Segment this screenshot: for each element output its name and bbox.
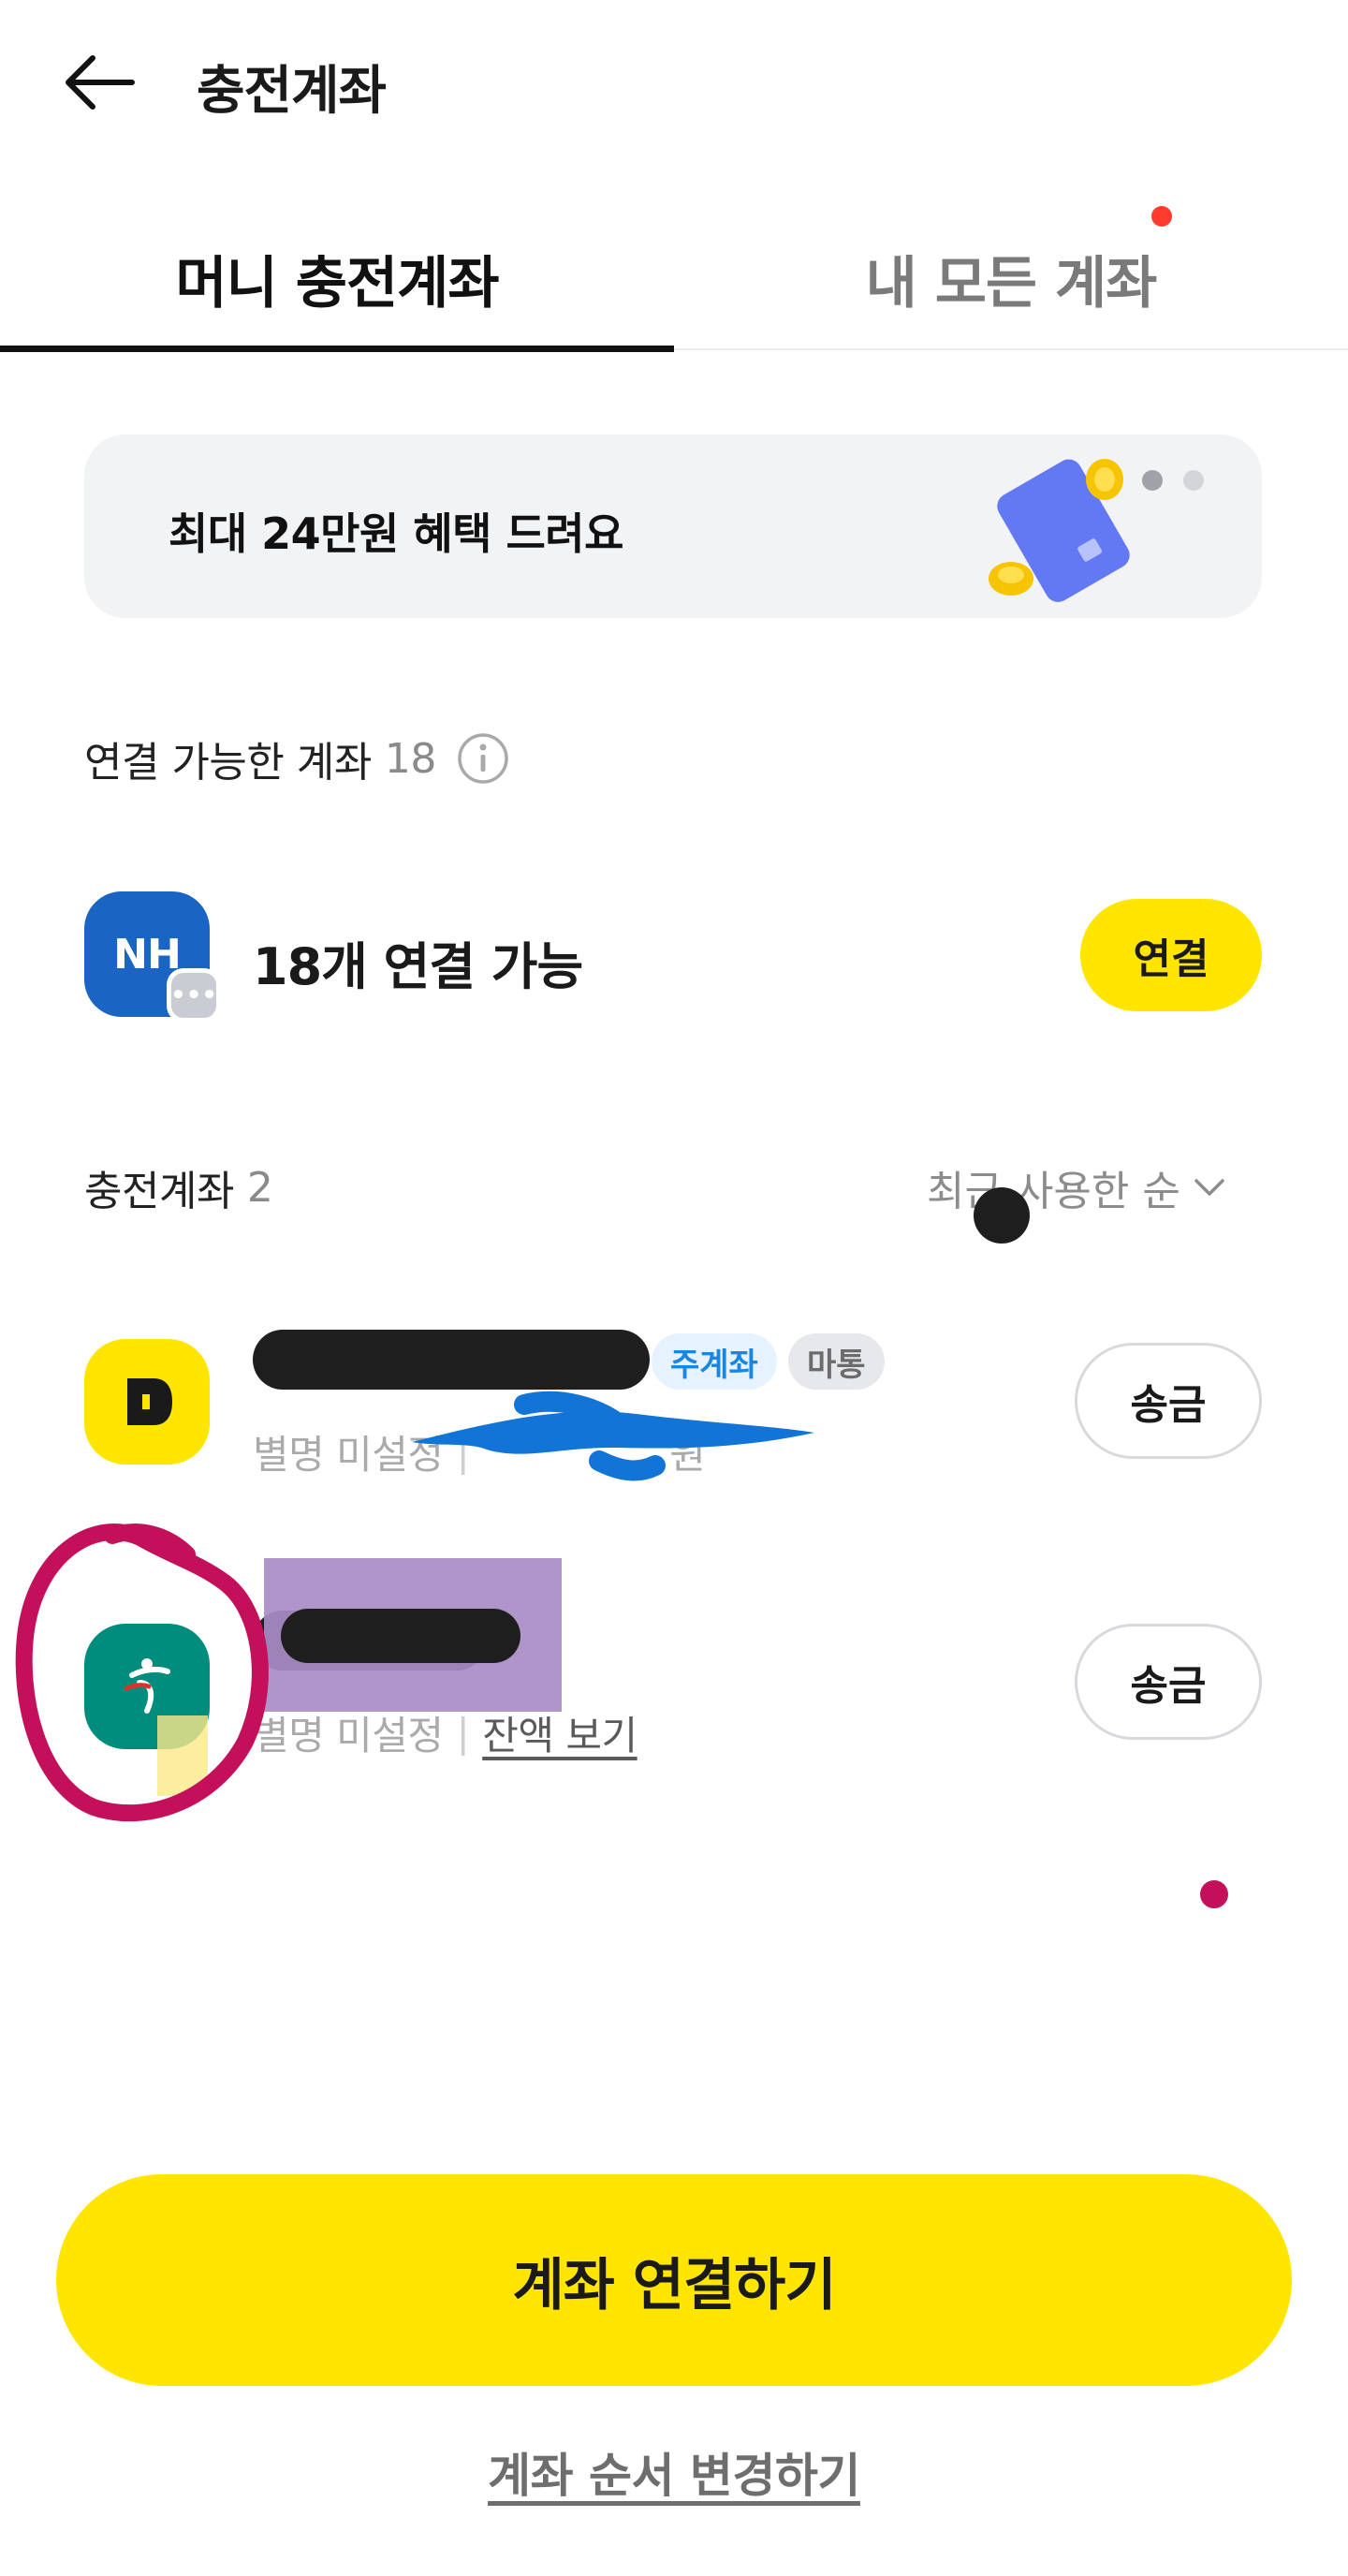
charge-accounts-heading: 충전계좌 2 (84, 1157, 273, 1217)
reorder-accounts-link-row: 계좌 순서 변경하기 (0, 2438, 1348, 2506)
kakaobank-b-icon (84, 1339, 210, 1465)
new-badge-dot (1151, 206, 1172, 227)
back-button[interactable] (56, 45, 140, 120)
sort-label: 최근 사용한 순 (927, 1168, 1180, 1215)
account-subtitle: 별명 미설정 | 원 (253, 1423, 706, 1480)
tab-label: 머니 충전계좌 (175, 250, 499, 316)
chevron-down-icon (1194, 1179, 1224, 1196)
balance-unit: 원 (669, 1432, 706, 1478)
pagination-dot (1183, 470, 1204, 491)
tab-money-charge-accounts[interactable]: 머니 충전계좌 (0, 206, 674, 352)
section-count: 2 (246, 1163, 273, 1212)
connectable-accounts-heading: 연결 가능한 계좌 18 (84, 729, 509, 788)
view-balance-link[interactable]: 잔액 보기 (482, 1704, 637, 1761)
active-tab-indicator (0, 346, 674, 352)
connect-button[interactable]: 연결 (1080, 899, 1262, 1011)
top-app-bar: 충전계좌 (0, 0, 1348, 169)
connect-account-button[interactable]: 계좌 연결하기 (56, 2174, 1292, 2386)
connectable-bank-row: NH ••• 18개 연결 가능 연결 (84, 890, 1262, 1023)
main-account-tag: 주계좌 (652, 1333, 777, 1390)
account-nickname: 별명 미설정 (253, 1713, 444, 1759)
divider: | (456, 1429, 470, 1475)
promo-banner[interactable]: 최대 24만원 혜택 드려요 (84, 434, 1262, 618)
charge-account-item[interactable]: 별명 미설정 | 잔액 보기 송금 (84, 1611, 1262, 1759)
banner-pagination (1142, 470, 1204, 491)
send-money-button[interactable]: 송금 (1075, 1343, 1262, 1459)
overdraft-tag: 마통 (788, 1333, 885, 1390)
pagination-dot-active (1142, 470, 1163, 491)
account-subtitle: 별명 미설정 | 잔액 보기 (253, 1704, 637, 1761)
page-title: 충전계좌 (197, 61, 387, 122)
charge-account-item[interactable]: 주계좌 마통 별명 미설정 | 원 송금 (84, 1330, 1262, 1478)
account-nickname: 별명 미설정 (253, 1432, 444, 1478)
magenta-dot-mark (1200, 1880, 1228, 1908)
tab-label: 내 모든 계좌 (865, 250, 1158, 316)
section-count: 18 (384, 734, 437, 783)
send-money-button[interactable]: 송금 (1075, 1624, 1262, 1740)
promo-banner-text: 최대 24만원 혜택 드려요 (168, 508, 623, 559)
redacted-account-name (253, 1330, 650, 1390)
tab-bar: 머니 충전계좌 내 모든 계좌 (0, 206, 1348, 352)
redacted-account-name (253, 1611, 487, 1671)
section-title: 충전계좌 (84, 1168, 234, 1215)
sort-dropdown[interactable]: 최근 사용한 순 (927, 1157, 1225, 1217)
reorder-accounts-link[interactable]: 계좌 순서 변경하기 (488, 2449, 860, 2503)
more-icon: ••• (167, 968, 221, 1023)
nh-logo-text: NH (113, 930, 182, 979)
tab-all-accounts[interactable]: 내 모든 계좌 (674, 206, 1348, 350)
connectable-summary: 18개 연결 가능 (253, 937, 583, 996)
back-arrow-icon (66, 55, 135, 110)
card-coins-icon (989, 459, 1130, 602)
section-title: 연결 가능한 계좌 (84, 739, 372, 787)
info-icon[interactable] (457, 732, 509, 785)
divider: | (456, 1710, 470, 1756)
hana-bank-icon (84, 1624, 210, 1749)
